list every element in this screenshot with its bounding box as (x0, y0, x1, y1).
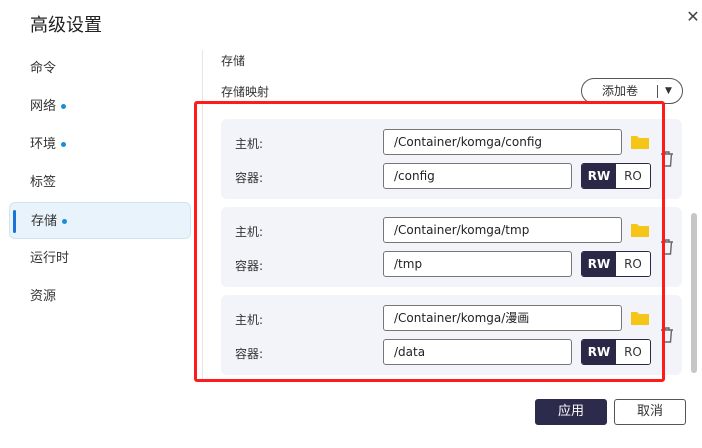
sidebar: 命令 网络 环境 标签 存储 运行时 资源 (0, 50, 200, 370)
highlight-box (194, 101, 665, 382)
sidebar-item-labels[interactable]: 标签 (9, 164, 191, 201)
section-title: 存储 (221, 54, 246, 68)
sidebar-item-label: 命令 (30, 61, 57, 76)
sidebar-item-label: 环境 (30, 137, 57, 152)
sidebar-item-resources[interactable]: 资源 (9, 278, 191, 315)
status-dot (61, 142, 67, 147)
sidebar-item-network[interactable]: 网络 (9, 88, 191, 125)
storage-mapping-title: 存储映射 (221, 85, 270, 99)
status-dot (61, 104, 67, 109)
sidebar-item-runtime[interactable]: 运行时 (9, 240, 191, 277)
button-separator (657, 85, 658, 98)
sidebar-item-label: 运行时 (30, 251, 70, 266)
caret-down-icon[interactable]: ▼ (665, 79, 672, 103)
sidebar-item-label: 网络 (30, 99, 57, 114)
sidebar-item-label: 标签 (30, 175, 57, 190)
apply-button[interactable]: 应用 (535, 399, 607, 425)
close-icon[interactable]: ✕ (685, 9, 701, 25)
sidebar-item-command[interactable]: 命令 (9, 50, 191, 87)
sidebar-item-label: 资源 (30, 289, 57, 304)
scrollbar[interactable] (691, 213, 697, 373)
status-dot (62, 219, 68, 224)
cancel-button[interactable]: 取消 (614, 399, 686, 425)
sidebar-item-label: 存储 (31, 214, 58, 229)
dialog-title: 高级设置 (30, 15, 102, 36)
sidebar-item-environment[interactable]: 环境 (9, 126, 191, 163)
sidebar-item-storage[interactable]: 存储 (9, 202, 191, 239)
add-volume-label: 添加卷 (602, 84, 639, 98)
